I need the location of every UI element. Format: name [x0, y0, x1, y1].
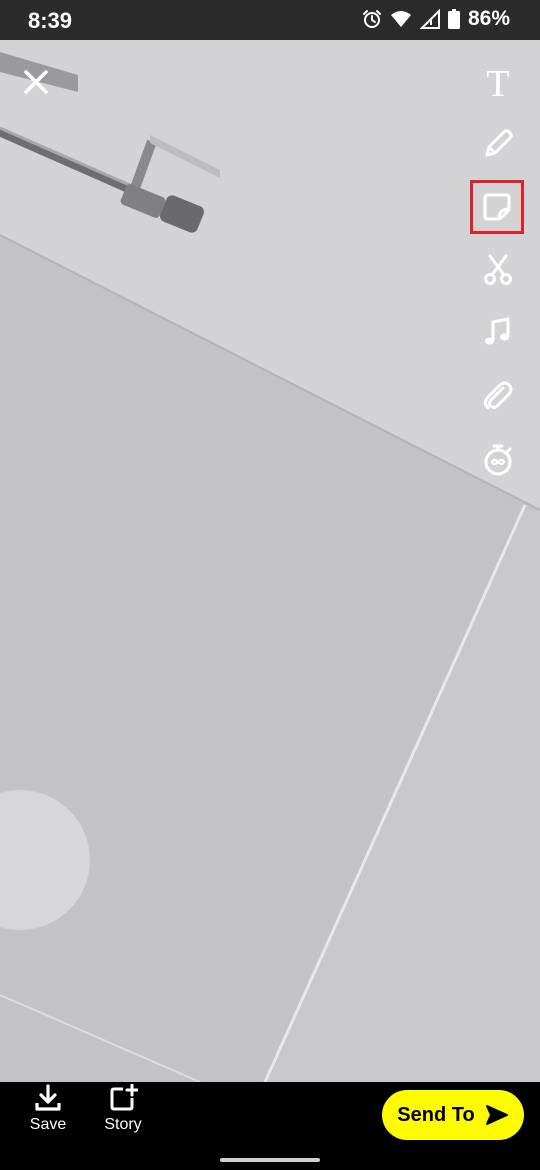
- battery-icon: [447, 9, 460, 29]
- status-icons: 86%: [362, 7, 510, 31]
- story-button[interactable]: Story: [100, 1084, 146, 1134]
- send-arrow-icon: [485, 1105, 508, 1125]
- sticker-icon: [483, 193, 511, 221]
- text-icon: T: [486, 63, 510, 105]
- send-to-button[interactable]: Send To: [382, 1090, 524, 1140]
- photo-canvas[interactable]: [0, 40, 540, 1082]
- text-tool-button[interactable]: T: [472, 58, 524, 110]
- timer-icon: [484, 444, 512, 476]
- draw-tool-button[interactable]: [472, 118, 524, 170]
- add-story-icon: [110, 1084, 138, 1111]
- battery-percent: 86%: [467, 7, 510, 30]
- scissors-icon: [484, 254, 512, 285]
- close-button[interactable]: [20, 66, 52, 98]
- close-icon: [24, 70, 48, 94]
- status-bar: 8:39 86%: [0, 0, 540, 40]
- download-icon: [35, 1084, 61, 1111]
- music-tool-button[interactable]: [472, 306, 524, 358]
- bottom-bar: Save Story Send To: [0, 1082, 540, 1170]
- alarm-icon: [362, 9, 382, 29]
- story-label: Story: [104, 1116, 142, 1133]
- home-indicator[interactable]: [220, 1158, 320, 1162]
- sticker-tool-button[interactable]: [470, 180, 524, 234]
- music-note-icon: [485, 317, 510, 345]
- signal-icon: [419, 9, 440, 29]
- save-button[interactable]: Save: [28, 1084, 68, 1134]
- scissors-tool-button[interactable]: [472, 244, 524, 296]
- pencil-icon: [485, 129, 513, 157]
- paperclip-icon: [484, 381, 513, 410]
- save-label: Save: [29, 1116, 67, 1133]
- timer-tool-button[interactable]: [472, 434, 524, 486]
- status-time: 8:39: [28, 8, 73, 33]
- wifi-icon: [390, 10, 412, 28]
- photo-scene: [0, 40, 540, 1082]
- attachment-tool-button[interactable]: [472, 370, 524, 422]
- send-to-label: Send To: [397, 1103, 475, 1126]
